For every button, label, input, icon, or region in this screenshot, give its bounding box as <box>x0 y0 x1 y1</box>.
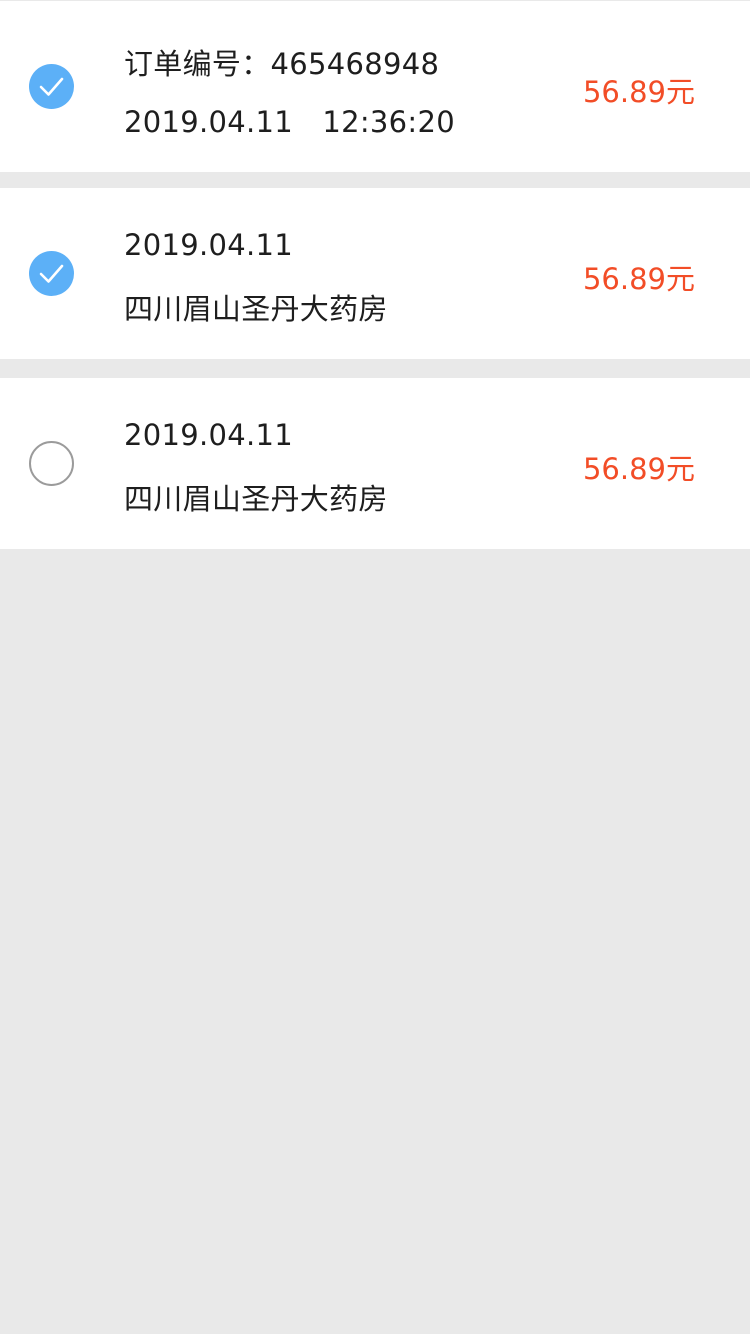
order-item[interactable]: 订单编号：465468948 2019.04.11 12:36:20 56.89… <box>0 1 750 172</box>
check-circle-icon[interactable] <box>29 251 74 296</box>
order-list-page: 订单编号：465468948 2019.04.11 12:36:20 56.89… <box>0 0 750 1334</box>
order-amount: 56.89元 <box>582 451 695 486</box>
check-circle-icon[interactable] <box>29 64 74 109</box>
pharmacy-name: 四川眉山圣丹大药房 <box>124 482 388 516</box>
order-item[interactable]: 2019.04.11 四川眉山圣丹大药房 56.89元 <box>0 188 750 359</box>
order-amount: 56.89元 <box>582 261 695 296</box>
order-datetime: 2019.04.11 12:36:20 <box>124 105 455 139</box>
order-date: 2019.04.11 <box>124 228 294 262</box>
empty-circle-icon[interactable] <box>29 441 74 486</box>
order-item[interactable]: 2019.04.11 四川眉山圣丹大药房 56.89元 <box>0 378 750 549</box>
pharmacy-name: 四川眉山圣丹大药房 <box>124 292 388 326</box>
order-number: 订单编号：465468948 <box>124 47 440 81</box>
order-date: 2019.04.11 <box>124 418 294 452</box>
order-amount: 56.89元 <box>582 74 695 109</box>
